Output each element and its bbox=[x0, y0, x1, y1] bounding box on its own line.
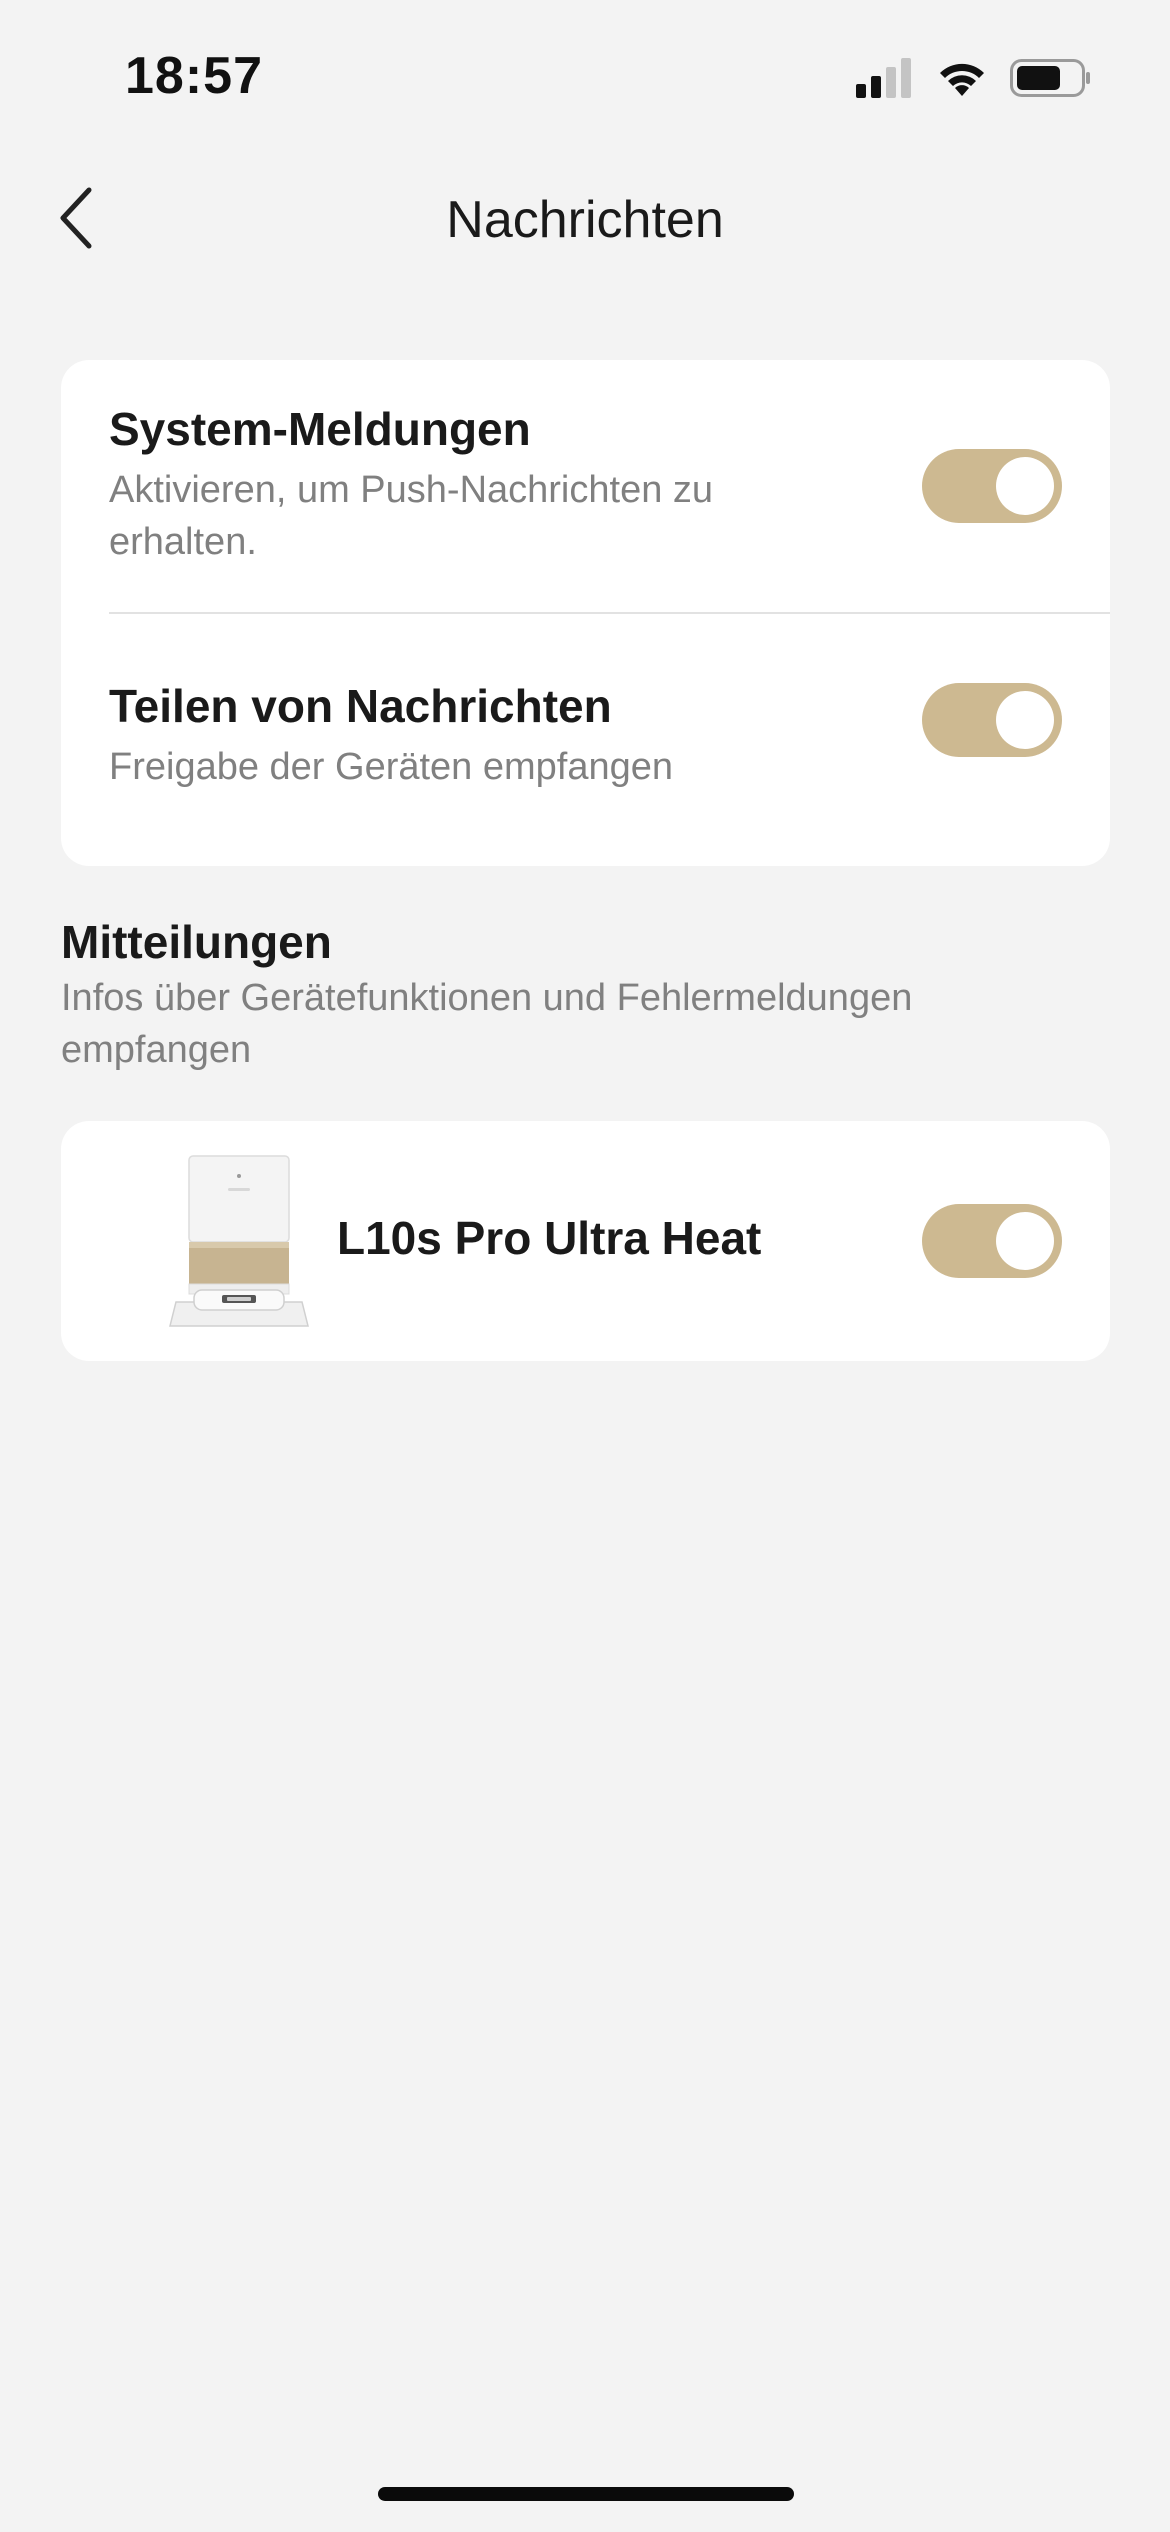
status-bar: 18:57 bbox=[0, 0, 1170, 150]
section-description: Infos über Gerätefunktionen und Fehlerme… bbox=[61, 977, 913, 1071]
setting-title: Teilen von Nachrichten bbox=[109, 680, 612, 732]
cellular-signal-icon bbox=[856, 57, 914, 103]
home-indicator[interactable] bbox=[378, 2487, 794, 2501]
navigation-bar: Nachrichten bbox=[0, 160, 1170, 280]
toggle-knob bbox=[996, 691, 1054, 749]
device-card: L10s Pro Ultra Heat bbox=[61, 1121, 1110, 1361]
status-icons bbox=[856, 55, 1092, 105]
page-title: Nachrichten bbox=[446, 191, 724, 249]
settings-card: System-Meldungen Aktivieren, um Push-Nac… bbox=[61, 360, 1110, 866]
toggle-knob bbox=[996, 1212, 1054, 1270]
toggle-knob bbox=[996, 457, 1054, 515]
robot-vacuum-station-image bbox=[154, 1154, 324, 1330]
share-messages-toggle[interactable] bbox=[922, 683, 1062, 757]
setting-row-share-messages: Teilen von Nachrichten Freigabe der Gerä… bbox=[61, 613, 1110, 866]
status-time: 18:57 bbox=[125, 47, 263, 105]
setting-title: System-Meldungen bbox=[109, 403, 531, 455]
wifi-icon bbox=[936, 58, 988, 103]
setting-description: Freigabe der Geräten empfangen bbox=[109, 746, 674, 788]
notifications-section-header: Mitteilungen Infos über Gerätefunktionen… bbox=[61, 912, 1110, 1076]
device-name: L10s Pro Ultra Heat bbox=[337, 1212, 762, 1264]
system-messages-toggle[interactable] bbox=[922, 449, 1062, 523]
section-title: Mitteilungen bbox=[61, 916, 332, 968]
battery-icon bbox=[1010, 58, 1092, 103]
device-notifications-toggle[interactable] bbox=[922, 1204, 1062, 1278]
setting-description: Aktivieren, um Push-Nachrichten zu erhal… bbox=[109, 469, 714, 563]
setting-row-system-messages: System-Meldungen Aktivieren, um Push-Nac… bbox=[61, 360, 1110, 612]
